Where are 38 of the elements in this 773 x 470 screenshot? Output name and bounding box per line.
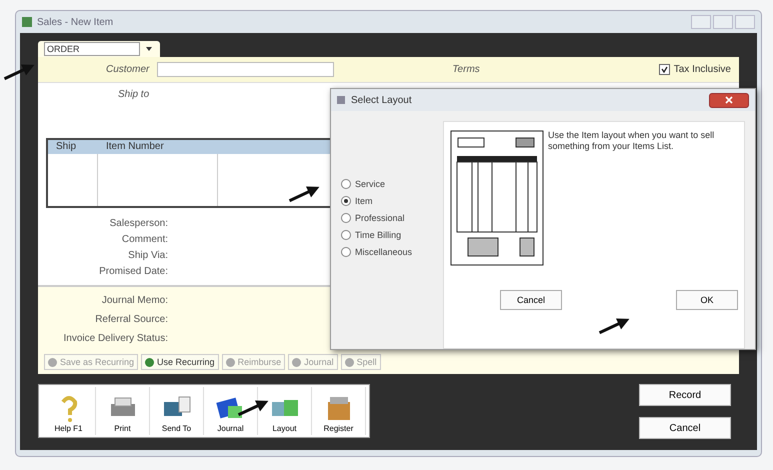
dialog-button[interactable]: OK [676,290,738,310]
column-header: Item Number [105,140,165,154]
dialog-title: Select Layout [351,94,412,106]
layout-option[interactable]: Service [341,179,433,189]
radio-button[interactable] [341,213,351,223]
dialog-icon [337,96,345,104]
layout-option[interactable]: Item [341,196,433,206]
footer-button[interactable]: Record [639,384,731,406]
tax-inclusive-label: Tax Inclusive [674,64,731,75]
customer-label: Customer [106,64,150,75]
dialog-button[interactable]: Cancel [500,290,562,310]
field-label: Referral Source: [94,314,168,325]
action-button[interactable]: Use Recurring [141,354,219,370]
radio-button[interactable] [341,230,351,240]
layout-option[interactable]: Professional [341,213,433,223]
window-title: Sales - New Item [37,16,114,28]
field-label: Journal Memo: [100,295,168,306]
ship-to-label: Ship to [118,89,150,100]
footer-button[interactable]: Cancel [639,417,731,439]
layout-option[interactable]: Miscellaneous [341,247,433,257]
layout-description: Use the Item layout when you want to sell something from your Items List. [548,130,716,153]
app-icon [22,17,32,27]
field-label: Invoice Delivery Status: [62,333,168,344]
radio-button[interactable] [341,196,351,206]
column-header: Ship [55,140,78,154]
customer-field[interactable] [157,62,334,77]
field-label: Salesperson: [108,218,168,229]
close-button[interactable] [709,92,749,108]
sale-type-dropdown[interactable]: ORDER [44,42,140,56]
field-label: Comment: [120,234,168,245]
radio-button[interactable] [341,247,351,257]
field-label: Ship Via: [127,250,168,261]
radio-button[interactable] [341,179,351,189]
field-label: Promised Date: [98,266,168,277]
close-icon [725,96,733,104]
layout-option[interactable]: Time Billing [341,230,433,240]
tax-inclusive-checkbox[interactable] [658,64,670,75]
terms-label: Terms [452,64,480,75]
